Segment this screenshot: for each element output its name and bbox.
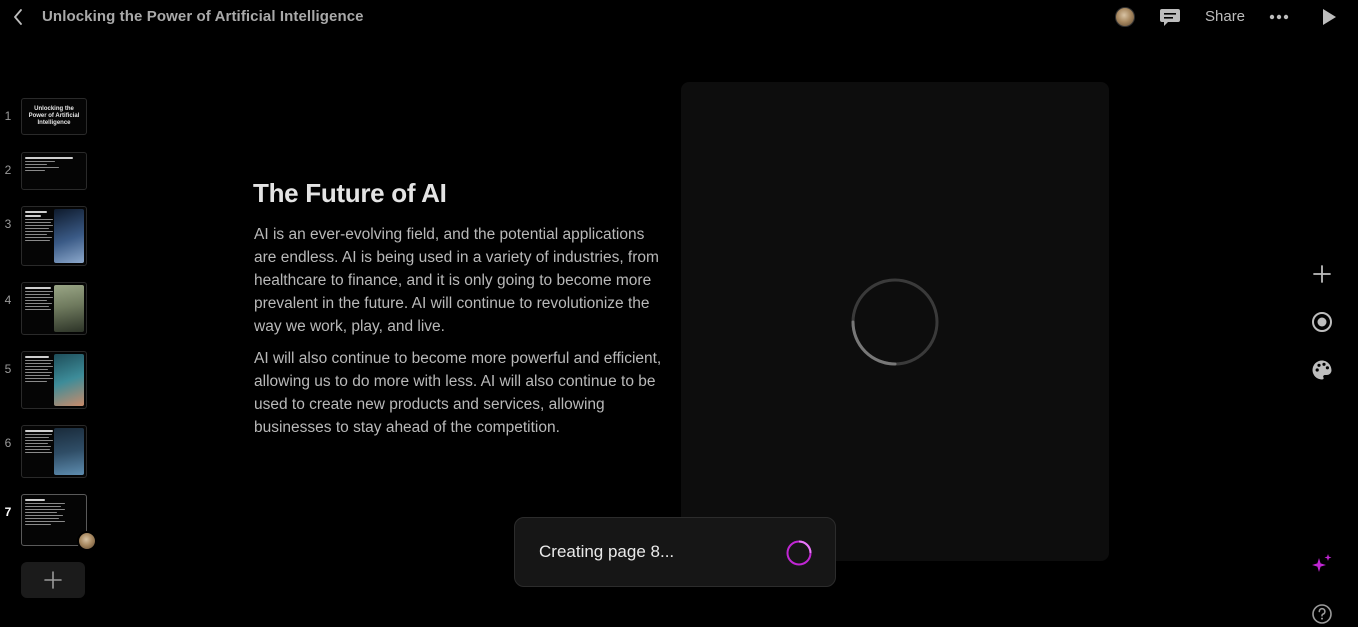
help-button[interactable] [1310,602,1334,626]
thumbnail-text-preview [25,356,55,384]
slide-paragraph[interactable]: AI is an ever-evolving field, and the po… [254,223,664,338]
more-button[interactable] [1268,8,1290,26]
thumbnail-page-3[interactable] [21,206,87,266]
thumbnail-number: 3 [4,217,12,231]
thumbnail-page-2[interactable] [21,152,87,190]
thumbnail-page-6[interactable] [21,425,87,478]
thumbnail-text-preview [25,499,69,527]
sparkle-icon [1312,554,1332,572]
play-icon [1323,9,1336,25]
back-button[interactable] [8,6,28,28]
loading-spinner-icon [851,278,939,366]
help-icon [1312,604,1332,624]
plus-icon [1313,265,1331,283]
thumbnail-image [54,354,84,406]
slide-heading[interactable]: The Future of AI [253,178,447,209]
record-icon [1312,312,1332,332]
thumbnail-page-4[interactable] [21,282,87,335]
thumbnail-page-1[interactable]: Unlocking the Power of Artificial Intell… [21,98,87,135]
avatar[interactable] [1115,7,1135,27]
image-placeholder[interactable] [681,82,1109,561]
thumbnail-image [54,428,84,475]
palette-icon [1312,360,1332,380]
toast-message: Creating page 8... [539,542,675,561]
thumbnail-image [54,285,84,332]
add-block-button[interactable] [1310,262,1334,286]
present-button[interactable] [1320,7,1338,27]
slide-paragraph[interactable]: AI will also continue to become more pow… [254,347,664,439]
thumbnail-page-5[interactable] [21,351,87,409]
thumbnail-text-preview [25,211,55,243]
share-button[interactable]: Share [1205,8,1245,25]
progress-toast: Creating page 8... [514,517,836,587]
thumbnail-image [54,209,84,263]
thumbnail-number: 6 [4,436,12,450]
document-title[interactable]: Unlocking the Power of Artificial Intell… [42,8,364,25]
plus-icon [44,571,62,589]
more-icon [1269,14,1289,20]
thumbnail-number: 2 [4,163,12,177]
theme-button[interactable] [1310,358,1334,382]
record-button[interactable] [1310,310,1334,334]
ai-assistant-button[interactable] [1310,552,1334,576]
loading-spinner-icon [786,540,812,566]
top-bar: Unlocking the Power of Artificial Intell… [0,0,1358,34]
thumbnail-number: 1 [4,109,12,123]
thumbnail-number: 7 [4,505,12,519]
thumbnail-text-preview [25,157,73,173]
thumbnail-text-preview [25,430,55,455]
thumbnail-text-preview [25,287,55,312]
comment-icon [1160,9,1180,26]
add-page-button[interactable] [21,562,85,598]
thumbnail-title: Unlocking the Power of Artificial Intell… [28,106,80,126]
comment-button[interactable] [1159,7,1181,27]
chevron-left-icon [14,9,22,25]
collaborator-avatar [77,531,97,551]
thumbnail-number: 4 [4,293,12,307]
thumbnail-number: 5 [4,362,12,376]
